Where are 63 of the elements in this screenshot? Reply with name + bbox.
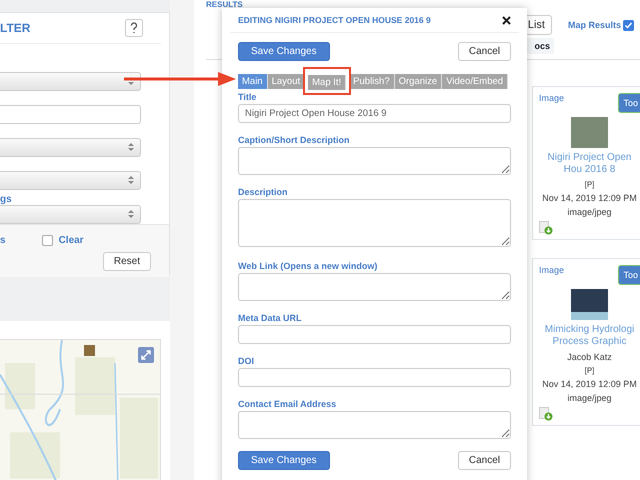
map-results-label[interactable]: Map Results — [568, 20, 621, 30]
reset-button[interactable]: Reset — [102, 252, 151, 271]
save-button[interactable]: Save Changes — [238, 451, 330, 470]
card-title[interactable]: Mimicking Hydrologi Process Graphic — [539, 324, 640, 348]
tab[interactable]: Organize — [394, 74, 442, 88]
field-label: Meta Data URL — [238, 313, 303, 323]
field-label: Contact Email Address — [238, 399, 338, 409]
card-title[interactable]: Nigiri Project Open Hou 2016 8 — [539, 152, 640, 176]
text-field[interactable] — [0, 105, 141, 124]
card-mime: image/jpeg — [567, 207, 612, 217]
dropdown[interactable] — [0, 205, 141, 224]
results-heading: RESULTS — [206, 0, 244, 11]
field-label: DOI — [238, 356, 256, 366]
updown-icon — [128, 176, 134, 185]
text-area[interactable] — [238, 199, 511, 247]
cancel-button[interactable]: Cancel — [458, 451, 511, 470]
card-author: Jacob Katz — [567, 352, 612, 362]
card-date: Nov 14, 2019 12:09 PM — [542, 379, 637, 389]
tab[interactable]: Video/Embed — [442, 74, 508, 88]
updown-icon — [128, 143, 134, 152]
field-label: Caption/Short Description — [238, 135, 351, 145]
cancel-button[interactable]: Cancel — [458, 42, 511, 61]
tab[interactable]: Map It! — [308, 75, 346, 90]
clear-label[interactable]: Clear — [58, 235, 84, 246]
field-label: Description — [238, 187, 289, 197]
input-field[interactable] — [238, 325, 511, 344]
download-icon[interactable] — [539, 407, 553, 421]
field-label: gs — [0, 194, 13, 205]
card-type: Image — [539, 265, 564, 275]
clear-checkbox[interactable] — [42, 235, 53, 246]
map-results-checkbox[interactable] — [623, 20, 634, 30]
save-button[interactable]: Save Changes — [238, 42, 330, 61]
option-label[interactable]: s — [0, 235, 6, 246]
photo-placeholder[interactable] — [571, 289, 608, 320]
field-label: Web Link (Opens a new window) — [238, 261, 378, 271]
card-status-label: [P] — [584, 180, 594, 189]
input-field[interactable]: Nigiri Project Open House 2016 9 — [238, 104, 511, 123]
tab[interactable]: Publish? — [349, 74, 395, 88]
download-icon[interactable] — [539, 221, 553, 235]
card-type: Image — [539, 93, 564, 103]
card-status-label: [P] — [584, 366, 594, 375]
expand-icon[interactable] — [138, 347, 154, 363]
tools-button[interactable]: Too — [618, 265, 640, 285]
map-drawing[interactable] — [0, 339, 161, 480]
input-field[interactable] — [238, 368, 511, 387]
photo-marker[interactable] — [84, 345, 95, 356]
text-area[interactable] — [238, 411, 511, 439]
panel-title: LTER — [0, 21, 30, 35]
help-icon[interactable] — [125, 19, 143, 37]
tab[interactable]: Main — [238, 74, 268, 88]
dropdown[interactable] — [0, 72, 141, 91]
text-area[interactable] — [238, 273, 511, 301]
tab[interactable]: Layout — [268, 74, 306, 88]
tools-button[interactable]: Too — [618, 93, 640, 113]
dropdown[interactable] — [0, 138, 141, 157]
dialog-title: EDITING NIGIRI PROJECT OPEN HOUSE 2016 9 — [238, 15, 431, 25]
dropdown[interactable] — [0, 171, 141, 190]
close-icon[interactable] — [502, 16, 511, 24]
text-area[interactable] — [238, 147, 511, 175]
field-label: Title — [238, 92, 258, 102]
updown-icon — [128, 210, 134, 219]
card-mime: image/jpeg — [567, 393, 612, 403]
card-date: Nov 14, 2019 12:09 PM — [542, 193, 637, 203]
